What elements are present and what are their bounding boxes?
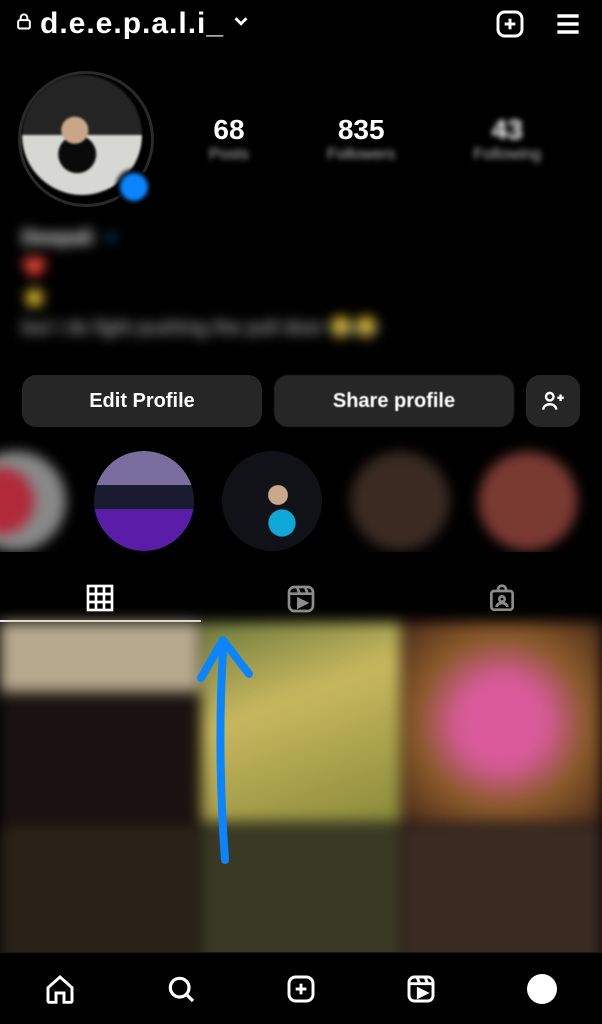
nav-search[interactable] [161, 969, 201, 1009]
username[interactable]: d.e.e.p.a.l.i_ [40, 7, 224, 41]
nav-reels[interactable] [401, 969, 441, 1009]
chevron-down-icon[interactable] [230, 10, 252, 37]
post-thumbnail[interactable] [403, 622, 602, 822]
tab-reels[interactable] [201, 576, 402, 622]
post-thumbnail[interactable] [201, 622, 400, 822]
discover-people-button[interactable] [526, 375, 580, 427]
stat-followers[interactable]: 835 Followers [327, 114, 395, 164]
highlight-item[interactable] [474, 451, 582, 552]
stat-value: 43 [473, 114, 541, 146]
nav-profile[interactable] [522, 969, 562, 1009]
stat-value: 68 [209, 114, 249, 146]
stat-value: 835 [327, 114, 395, 146]
post-thumbnail[interactable] [0, 622, 199, 822]
share-profile-button[interactable]: Share profile [274, 375, 514, 427]
profile-icon [527, 974, 557, 1004]
tab-tagged[interactable] [401, 576, 602, 622]
stat-label: Following [473, 146, 541, 164]
stat-label: Posts [209, 146, 249, 164]
highlight-item[interactable] [0, 451, 70, 552]
stat-posts[interactable]: 68 Posts [209, 114, 249, 164]
highlight-item[interactable] [346, 451, 454, 552]
profile-action-row: Edit Profile Share profile [0, 349, 602, 427]
edit-profile-button[interactable]: Edit Profile [22, 375, 262, 427]
tab-grid[interactable] [0, 576, 201, 622]
profile-header: 68 Posts 835 Followers 43 Following [0, 47, 602, 203]
profile-tabs [0, 576, 602, 622]
hamburger-icon[interactable] [548, 4, 588, 44]
bio-text: Deepali 🔹 ❤️ ⭐ but I do fight pushing th… [0, 203, 602, 349]
bottom-nav [0, 952, 602, 1024]
stat-label: Followers [327, 146, 395, 164]
top-bar: d.e.e.p.a.l.i_ [0, 0, 602, 47]
story-highlights: 🖤 💙 [0, 427, 602, 552]
add-story-icon[interactable] [116, 169, 152, 205]
highlight-item[interactable]: 🖤 [90, 451, 198, 552]
create-post-button[interactable] [490, 4, 530, 44]
stat-following[interactable]: 43 Following [473, 114, 541, 164]
lock-icon [14, 11, 34, 36]
nav-home[interactable] [40, 969, 80, 1009]
highlight-item[interactable]: 💙 [218, 451, 326, 552]
nav-create[interactable] [281, 969, 321, 1009]
